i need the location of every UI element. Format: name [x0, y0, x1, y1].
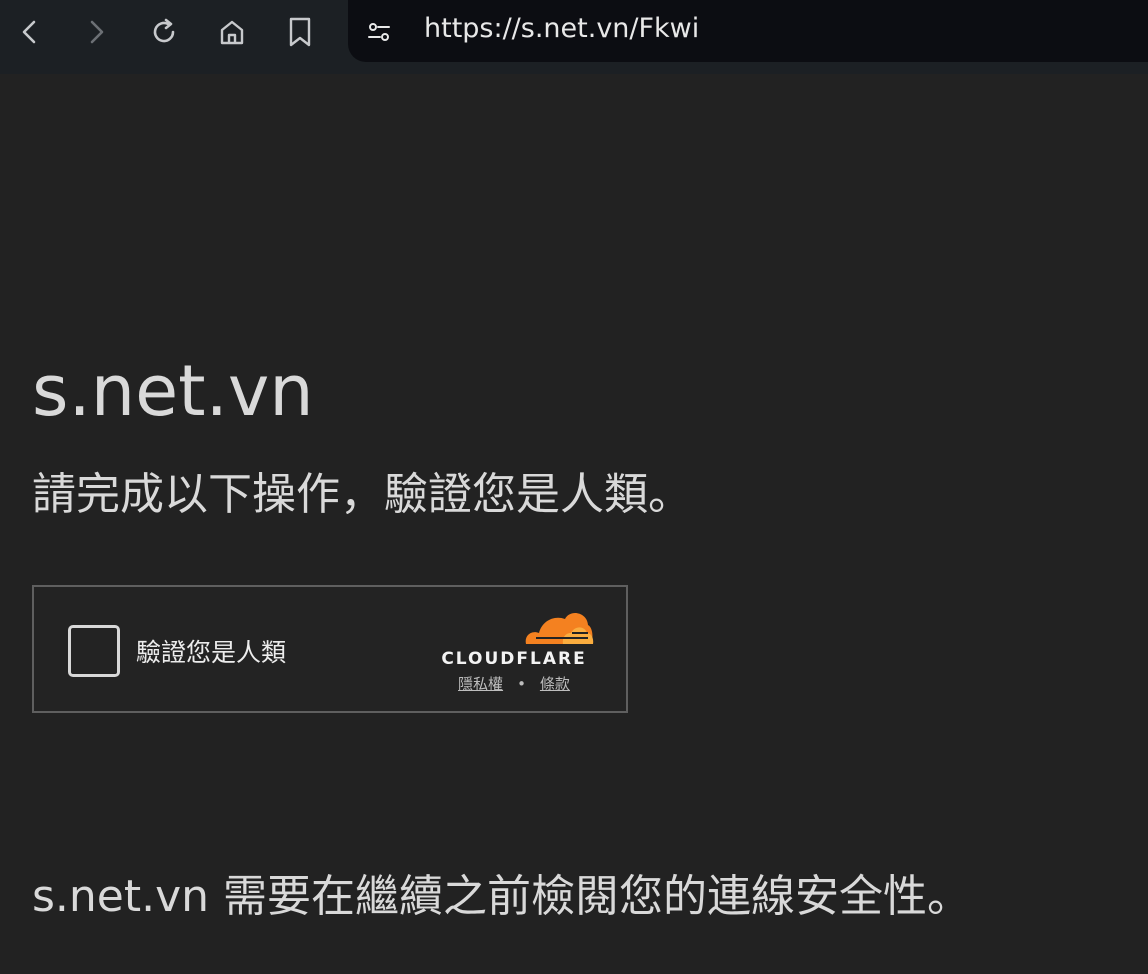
site-name-heading: s.net.vn: [32, 350, 314, 432]
home-icon: [220, 20, 244, 45]
address-bar[interactable]: https://s.net.vn/Fkwi: [348, 0, 1148, 62]
forward-button[interactable]: [74, 10, 118, 54]
browser-toolbar: https://s.net.vn/Fkwi: [0, 0, 1148, 74]
site-info-icon: [368, 23, 390, 41]
cloudflare-brand: CLOUDFLARE 隱私權 • 條款: [434, 607, 594, 699]
cloudflare-cloud-icon: [525, 613, 594, 644]
site-info-button[interactable]: [362, 15, 396, 49]
back-button[interactable]: [8, 10, 52, 54]
link-separator: •: [517, 674, 526, 693]
checkbox-label: 驗證您是人類: [136, 638, 287, 667]
back-icon: [22, 20, 36, 44]
turnstile-widget: 驗證您是人類 CLOUDFLARE 隱私權 • 條款: [32, 585, 628, 713]
human-verification-checkbox[interactable]: [68, 625, 120, 677]
terms-link[interactable]: 條款: [540, 673, 570, 694]
bookmark-icon: [289, 17, 311, 47]
widget-links: 隱私權 • 條款: [434, 673, 594, 694]
cloudflare-wordmark: CLOUDFLARE: [441, 649, 587, 669]
reload-button[interactable]: [142, 10, 186, 54]
home-button[interactable]: [210, 10, 254, 54]
security-review-note: s.net.vn 需要在繼續之前檢閱您的連線安全性。: [32, 871, 972, 922]
bookmark-button[interactable]: [278, 10, 322, 54]
forward-icon: [90, 20, 104, 44]
reload-icon: [153, 18, 175, 43]
privacy-link[interactable]: 隱私權: [458, 673, 503, 694]
url-text[interactable]: https://s.net.vn/Fkwi: [424, 13, 699, 44]
verification-instruction: 請完成以下操作，驗證您是人類。: [32, 469, 692, 520]
